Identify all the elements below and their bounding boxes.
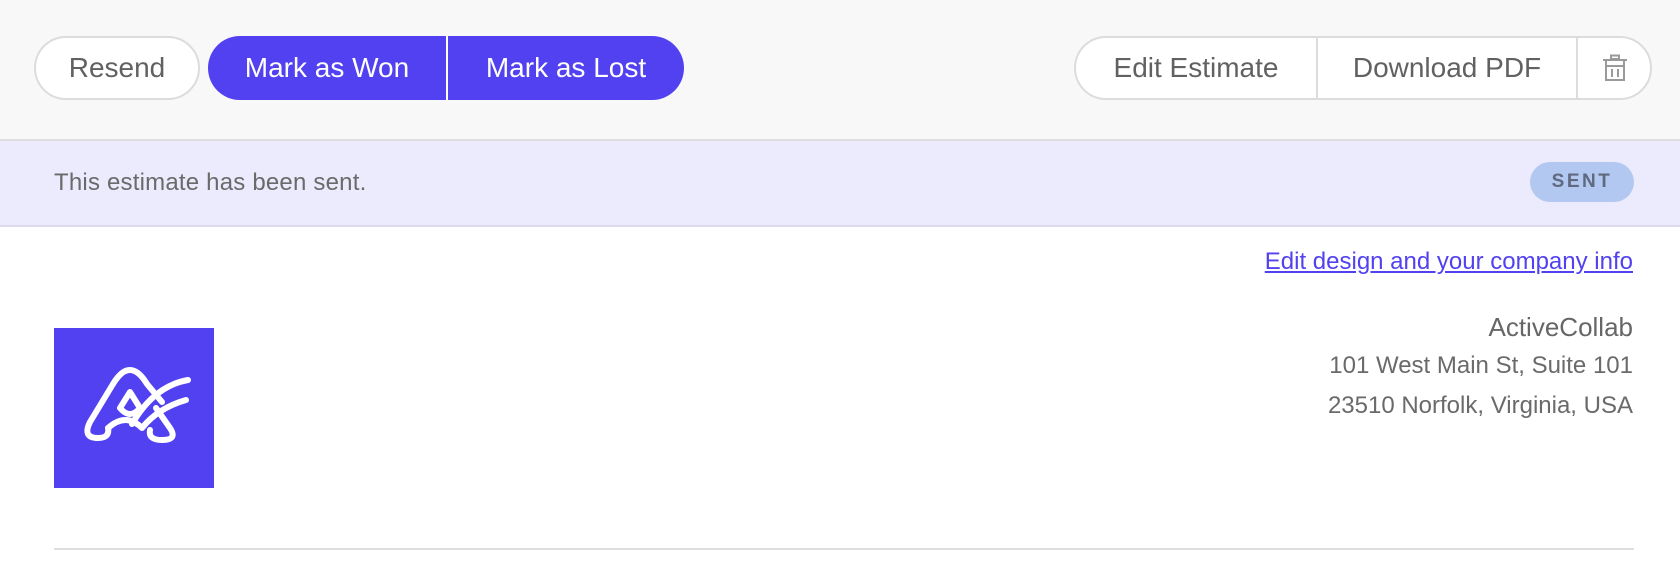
company-address-line1: 101 West Main St, Suite 101 [1329,352,1633,379]
status-message: This estimate has been sent. [54,169,367,196]
edit-design-link[interactable]: Edit design and your company info [1265,248,1633,276]
mark-as-won-button[interactable]: Mark as Won [208,36,446,100]
company-name: ActiveCollab [1488,312,1633,342]
resend-button[interactable]: Resend [34,36,200,100]
download-pdf-button[interactable]: Download PDF [1318,38,1576,98]
estimate-actions-group: Edit Estimate Download PDF [1074,36,1652,100]
estimate-toolbar: Resend Mark as Won Mark as Lost Edit Est… [0,0,1680,141]
company-info: ActiveCollab 101 West Main St, Suite 101… [1328,312,1633,426]
section-divider [54,548,1634,550]
delete-button[interactable] [1578,38,1650,98]
trash-icon [1603,54,1627,81]
mark-as-lost-button[interactable]: Mark as Lost [448,36,684,100]
status-banner: This estimate has been sent. SENT [0,141,1680,227]
company-address-line2: 23510 Norfolk, Virginia, USA [1327,392,1633,419]
edit-estimate-button[interactable]: Edit Estimate [1076,38,1316,98]
company-logo [54,328,214,488]
activecollab-logo-icon [84,367,191,443]
status-badge: SENT [1530,162,1634,202]
